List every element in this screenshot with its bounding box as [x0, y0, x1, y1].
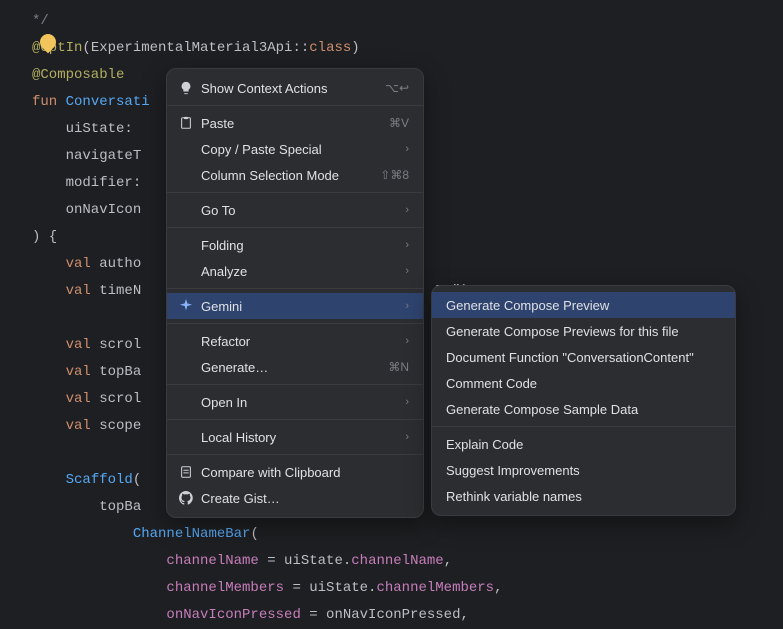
submenu-item-rethink-variable-names[interactable]: Rethink variable names — [432, 483, 735, 509]
menu-item-compare-with-clipboard[interactable]: Compare with Clipboard — [167, 459, 423, 485]
menu-shortcut: ⌘V — [389, 116, 409, 130]
menu-item-local-history[interactable]: Local History › — [167, 424, 423, 450]
chevron-right-icon: › — [405, 239, 409, 251]
gemini-submenu: Generate Compose Preview Generate Compose… — [431, 285, 736, 516]
menu-item-refactor[interactable]: Refactor › — [167, 328, 423, 354]
submenu-item-comment-code[interactable]: Comment Code — [432, 370, 735, 396]
menu-item-create-gist[interactable]: Create Gist… — [167, 485, 423, 511]
menu-separator — [167, 454, 423, 455]
menu-item-label: Paste — [201, 116, 377, 131]
menu-separator — [167, 105, 423, 106]
chevron-right-icon: › — [405, 204, 409, 216]
chevron-right-icon: › — [405, 143, 409, 155]
submenu-item-generate-compose-preview[interactable]: Generate Compose Preview — [432, 292, 735, 318]
chevron-right-icon: › — [405, 335, 409, 347]
menu-item-label: Local History — [201, 430, 397, 445]
gemini-icon — [177, 299, 195, 313]
menu-shortcut: ⌥↩ — [385, 81, 409, 95]
menu-item-open-in[interactable]: Open In › — [167, 389, 423, 415]
context-menu: Show Context Actions ⌥↩ Paste ⌘V Copy / Past… — [166, 68, 424, 518]
menu-item-label: Create Gist… — [201, 491, 409, 506]
submenu-item-label: Comment Code — [446, 376, 721, 391]
submenu-item-generate-compose-sample-data[interactable]: Generate Compose Sample Data — [432, 396, 735, 422]
menu-item-label: Folding — [201, 238, 397, 253]
menu-item-label: Compare with Clipboard — [201, 465, 409, 480]
chevron-right-icon: › — [405, 431, 409, 443]
menu-item-label: Go To — [201, 203, 397, 218]
menu-item-show-context-actions[interactable]: Show Context Actions ⌥↩ — [167, 75, 423, 101]
code-line: @Composable — [32, 67, 124, 83]
menu-item-go-to[interactable]: Go To › — [167, 197, 423, 223]
menu-separator — [167, 323, 423, 324]
chevron-right-icon: › — [405, 300, 409, 312]
submenu-item-explain-code[interactable]: Explain Code — [432, 431, 735, 457]
menu-separator — [167, 419, 423, 420]
submenu-item-label: Generate Compose Previews for this file — [446, 324, 721, 339]
menu-separator — [167, 192, 423, 193]
menu-item-folding[interactable]: Folding › — [167, 232, 423, 258]
menu-item-analyze[interactable]: Analyze › — [167, 258, 423, 284]
github-icon — [177, 491, 195, 505]
menu-item-label: Column Selection Mode — [201, 168, 368, 183]
menu-separator — [167, 288, 423, 289]
menu-item-label: Show Context Actions — [201, 81, 373, 96]
menu-item-column-selection-mode[interactable]: Column Selection Mode ⇧⌘8 — [167, 162, 423, 188]
menu-item-gemini[interactable]: Gemini › — [167, 293, 423, 319]
chevron-right-icon: › — [405, 396, 409, 408]
menu-separator — [167, 384, 423, 385]
menu-item-copy-paste-special[interactable]: Copy / Paste Special › — [167, 136, 423, 162]
submenu-item-label: Explain Code — [446, 437, 721, 452]
paste-icon — [177, 116, 195, 130]
menu-shortcut: ⌘N — [388, 360, 409, 374]
menu-item-label: Open In — [201, 395, 397, 410]
menu-item-paste[interactable]: Paste ⌘V — [167, 110, 423, 136]
submenu-item-label: Document Function "ConversationContent" — [446, 350, 721, 365]
submenu-item-suggest-improvements[interactable]: Suggest Improvements — [432, 457, 735, 483]
menu-separator — [432, 426, 735, 427]
menu-item-label: Generate… — [201, 360, 376, 375]
code-line: */ — [32, 13, 49, 29]
submenu-item-document-function-conversationcontent[interactable]: Document Function "ConversationContent" — [432, 344, 735, 370]
menu-separator — [167, 227, 423, 228]
menu-item-label: Gemini — [201, 299, 397, 314]
submenu-item-label: Suggest Improvements — [446, 463, 721, 478]
menu-item-label: Refactor — [201, 334, 397, 349]
chevron-right-icon: › — [405, 265, 409, 277]
submenu-item-label: Generate Compose Sample Data — [446, 402, 721, 417]
submenu-item-label: Generate Compose Preview — [446, 298, 721, 313]
menu-item-label: Analyze — [201, 264, 397, 279]
menu-item-generate[interactable]: Generate… ⌘N — [167, 354, 423, 380]
bulb-icon — [177, 81, 195, 95]
menu-shortcut: ⇧⌘8 — [380, 168, 409, 182]
menu-item-label: Copy / Paste Special — [201, 142, 397, 157]
submenu-item-label: Rethink variable names — [446, 489, 721, 504]
submenu-item-generate-compose-previews-for-this-file[interactable]: Generate Compose Previews for this file — [432, 318, 735, 344]
clipboard-icon — [177, 465, 195, 479]
